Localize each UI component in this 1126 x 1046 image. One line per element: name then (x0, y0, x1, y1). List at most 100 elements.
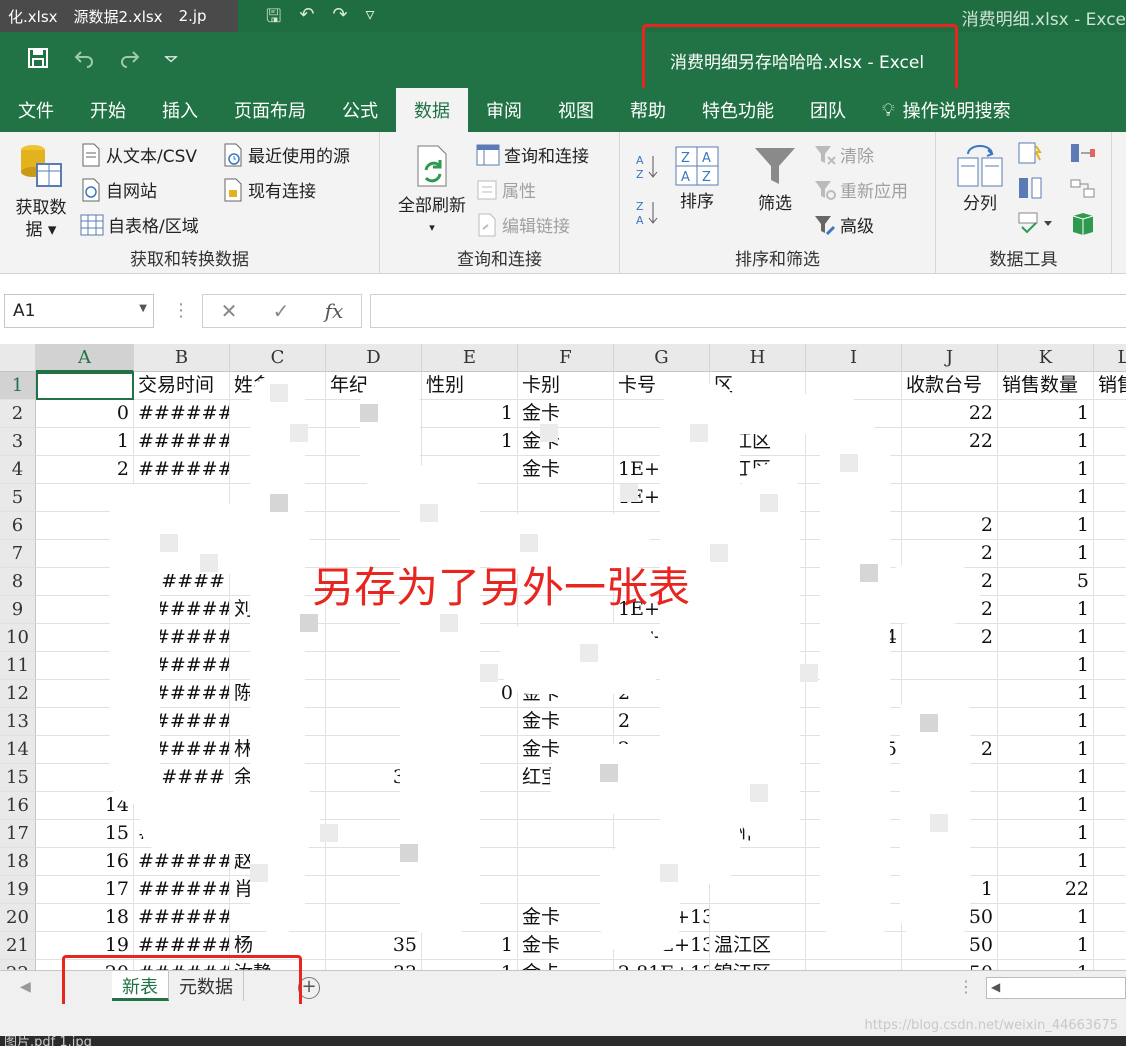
cell-l10[interactable] (1094, 624, 1126, 652)
cell-j2[interactable]: 22 (902, 400, 998, 428)
cell-d22[interactable]: 33 (326, 960, 422, 970)
cell-e5[interactable] (422, 484, 518, 512)
cell-j4[interactable] (902, 456, 998, 484)
cell-a14[interactable] (36, 736, 134, 764)
cell-k17[interactable]: 1 (998, 820, 1094, 848)
cell-l22[interactable] (1094, 960, 1126, 970)
cell-d11[interactable] (326, 652, 422, 680)
cell-a6[interactable] (36, 512, 134, 540)
cell-k22[interactable]: 1 (998, 960, 1094, 970)
cell-d21[interactable]: 35 (326, 932, 422, 960)
cell-b8[interactable]: ##### (134, 568, 230, 596)
recent-sources-button[interactable]: 最近使用的源 (222, 142, 350, 167)
cell-h3[interactable]: 锦江区 (710, 428, 806, 456)
cell-l5[interactable] (1094, 484, 1126, 512)
column-header-i[interactable]: I (806, 344, 902, 372)
cell-e20[interactable] (422, 904, 518, 932)
cell-g18[interactable] (614, 848, 710, 876)
cell-g17[interactable] (614, 820, 710, 848)
cell-a21[interactable]: 19 (36, 932, 134, 960)
cell-j17[interactable] (902, 820, 998, 848)
tab-insert[interactable]: 插入 (144, 88, 216, 132)
cell-e10[interactable] (422, 624, 518, 652)
cell-a4[interactable]: 2 (36, 456, 134, 484)
cell-b11[interactable]: ####### (134, 652, 230, 680)
cell-l7[interactable] (1094, 540, 1126, 568)
cell-h9[interactable] (710, 596, 806, 624)
sort-descending-button[interactable]: ZA (636, 198, 660, 228)
cell-j5[interactable] (902, 484, 998, 512)
cell-e21[interactable]: 1 (422, 932, 518, 960)
cell-f20[interactable]: 金卡 (518, 904, 614, 932)
cell-c19[interactable]: 肖 (230, 876, 326, 904)
cell-j10[interactable]: 2 (902, 624, 998, 652)
cell-i3[interactable] (806, 428, 902, 456)
consolidate-icon[interactable] (1070, 142, 1096, 164)
cell-f6[interactable] (518, 512, 614, 540)
cell-d12[interactable] (326, 680, 422, 708)
cell-k18[interactable]: 1 (998, 848, 1094, 876)
cell-j9[interactable]: 2 (902, 596, 998, 624)
cell-e17[interactable] (422, 820, 518, 848)
cell-a16[interactable]: 14 (36, 792, 134, 820)
from-table-button[interactable]: 自表格/区域 (80, 212, 199, 237)
cell-k9[interactable]: 1 (998, 596, 1094, 624)
cell-b10[interactable]: ####### (134, 624, 230, 652)
tab-data[interactable]: 数据 (396, 88, 468, 132)
cell-e14[interactable] (422, 736, 518, 764)
cell-l15[interactable] (1094, 764, 1126, 792)
cell-i12[interactable] (806, 680, 902, 708)
cell-i1[interactable] (806, 372, 902, 400)
cell-j14[interactable]: 2 (902, 736, 998, 764)
cell-a3[interactable]: 1 (36, 428, 134, 456)
cell-a22[interactable]: 20 (36, 960, 134, 970)
tab-page-layout[interactable]: 页面布局 (216, 88, 324, 132)
cell-g3[interactable] (614, 428, 710, 456)
cell-j6[interactable]: 2 (902, 512, 998, 540)
column-header-a[interactable]: A (36, 344, 134, 372)
cell-h15[interactable] (710, 764, 806, 792)
row-header[interactable]: 1 (0, 372, 36, 400)
row-header[interactable]: 13 (0, 708, 36, 736)
row-header[interactable]: 6 (0, 512, 36, 540)
cell-i7[interactable] (806, 540, 902, 568)
cell-a2[interactable]: 0 (36, 400, 134, 428)
cell-l11[interactable] (1094, 652, 1126, 680)
cell-e12[interactable]: 0 (422, 680, 518, 708)
cell-c17[interactable] (230, 820, 326, 848)
cell-l16[interactable] (1094, 792, 1126, 820)
horizontal-scrollbar[interactable]: ◀ (986, 977, 1126, 999)
cell-h21[interactable]: 温江区 (710, 932, 806, 960)
edit-links-button[interactable]: 编辑链接 (476, 212, 570, 237)
cell-h17[interactable]: 崇州市 (710, 820, 806, 848)
row-header[interactable]: 3 (0, 428, 36, 456)
row-header[interactable]: 18 (0, 848, 36, 876)
cell-b16[interactable] (134, 792, 230, 820)
cell-a12[interactable] (36, 680, 134, 708)
cell-i11[interactable] (806, 652, 902, 680)
cell-g15[interactable] (614, 764, 710, 792)
cell-f18[interactable] (518, 848, 614, 876)
cell-h10[interactable] (710, 624, 806, 652)
cell-f19[interactable] (518, 876, 614, 904)
sheet-nav-left-icon[interactable]: ◀ (20, 979, 31, 995)
save-icon[interactable] (26, 46, 50, 70)
cell-f22[interactable]: 金卡 (518, 960, 614, 970)
cell-b4[interactable]: ######## (134, 456, 230, 484)
cell-e22[interactable]: 1 (422, 960, 518, 970)
cell-b6[interactable] (134, 512, 230, 540)
cell-i4[interactable] (806, 456, 902, 484)
cell-i9[interactable] (806, 596, 902, 624)
cell-c4[interactable] (230, 456, 326, 484)
cell-k13[interactable]: 1 (998, 708, 1094, 736)
queries-connections-button[interactable]: 查询和连接 (476, 142, 589, 167)
cell-k7[interactable]: 1 (998, 540, 1094, 568)
cell-g22[interactable]: 2.81E+13 (614, 960, 710, 970)
column-header-j[interactable]: J (902, 344, 998, 372)
cell-d19[interactable] (326, 876, 422, 904)
cell-c1[interactable]: 姓名 (230, 372, 326, 400)
formula-bar-grip-icon[interactable]: ⋮ (172, 300, 190, 321)
data-model-icon[interactable] (1070, 212, 1096, 236)
cell-h16[interactable] (710, 792, 806, 820)
cell-j22[interactable]: 50 (902, 960, 998, 970)
